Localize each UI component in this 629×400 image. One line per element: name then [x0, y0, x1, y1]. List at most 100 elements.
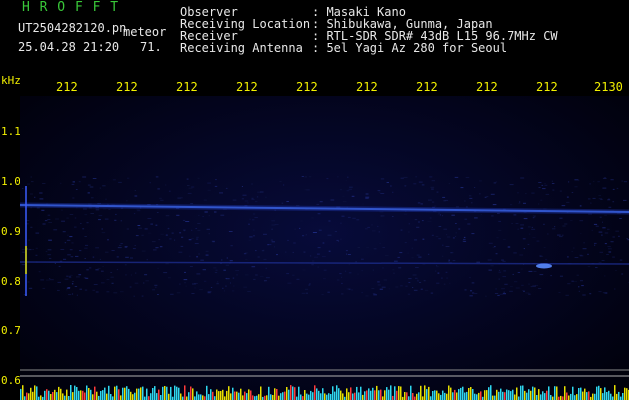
noise-speck	[547, 233, 549, 235]
noise-speck	[415, 277, 418, 279]
signal-level-bar	[608, 390, 610, 400]
noise-speck	[95, 269, 99, 271]
app-title: H R O F F T	[22, 0, 120, 15]
noise-texture	[21, 176, 629, 297]
noise-speck	[214, 211, 217, 213]
noise-speck	[345, 250, 348, 252]
noise-speck	[286, 201, 289, 202]
noise-speck	[98, 215, 103, 217]
noise-speck	[248, 239, 251, 241]
signal-level-bar	[488, 387, 490, 400]
noise-speck	[302, 235, 305, 237]
signal-level-bar	[514, 394, 516, 400]
noise-speck	[157, 294, 159, 295]
noise-speck	[228, 231, 233, 232]
noise-speck	[372, 269, 374, 271]
noise-speck	[64, 242, 67, 244]
noise-speck	[47, 249, 52, 251]
y-tick: 1.0	[1, 175, 21, 188]
noise-speck	[339, 238, 342, 240]
noise-speck	[252, 213, 256, 215]
signal-level-bar	[494, 395, 496, 400]
noise-speck	[469, 195, 472, 197]
noise-speck	[101, 282, 105, 284]
noise-speck	[101, 228, 103, 230]
noise-speck	[134, 282, 139, 284]
noise-speck	[216, 283, 219, 285]
signal-level-bar	[522, 385, 524, 400]
noise-speck	[279, 181, 282, 183]
noise-speck	[251, 197, 254, 199]
noise-speck	[130, 257, 133, 259]
noise-speck	[559, 217, 563, 219]
noise-speck	[254, 201, 258, 203]
noise-speck	[365, 228, 368, 230]
noise-speck	[559, 236, 563, 238]
y-tick: 0.6	[1, 374, 21, 387]
noise-speck	[442, 196, 446, 198]
signal-level-bar	[416, 393, 418, 400]
signal-level-bar	[342, 393, 344, 400]
datetime: 25.04.28 21:20	[18, 40, 120, 54]
signal-level-bar	[472, 389, 474, 400]
noise-speck	[517, 192, 520, 194]
noise-speck	[129, 286, 132, 288]
signal-level-bar	[132, 394, 134, 400]
noise-speck	[469, 295, 473, 297]
signal-level-bar	[538, 389, 540, 400]
noise-speck	[61, 220, 65, 222]
signal-level-bar	[134, 392, 136, 400]
noise-speck	[490, 265, 494, 267]
noise-speck	[215, 269, 218, 271]
signal-level-bar	[234, 391, 236, 400]
noise-speck	[134, 245, 136, 246]
count: 71.	[140, 40, 162, 54]
noise-speck	[115, 213, 117, 215]
signal-level-bar	[322, 388, 324, 400]
signal-level-bar	[436, 390, 438, 400]
signal-level-bars	[20, 385, 629, 400]
x-tick: 212	[56, 80, 78, 94]
noise-speck	[446, 277, 448, 279]
noise-speck	[79, 288, 82, 290]
signal-level-bar	[280, 393, 282, 400]
noise-speck	[497, 294, 500, 296]
noise-speck	[610, 179, 614, 181]
noise-speck	[458, 228, 461, 230]
signal-level-bar	[114, 386, 116, 400]
noise-speck	[361, 258, 364, 260]
noise-speck	[528, 293, 531, 295]
noise-speck	[271, 220, 275, 222]
noise-speck	[474, 293, 478, 294]
noise-speck	[120, 220, 123, 222]
signal-level-bar	[446, 393, 448, 400]
signal-level-bar	[222, 389, 224, 400]
noise-speck	[195, 228, 198, 229]
signal-level-bar	[162, 386, 164, 400]
signal-level-bar	[616, 393, 618, 400]
noise-speck	[28, 249, 32, 251]
noise-speck	[571, 192, 574, 193]
noise-speck	[31, 181, 34, 183]
noise-speck	[271, 228, 273, 230]
noise-speck	[429, 217, 432, 219]
noise-speck	[442, 255, 444, 257]
signal-level-bar	[266, 395, 268, 400]
noise-speck	[469, 197, 473, 199]
signal-level-bar	[320, 393, 322, 400]
noise-speck	[170, 293, 174, 295]
signal-level-bar	[568, 395, 570, 400]
noise-speck	[404, 185, 406, 187]
signal-level-bar	[388, 389, 390, 400]
noise-speck	[564, 223, 568, 225]
noise-speck	[378, 191, 381, 193]
signal-level-bar	[362, 394, 364, 400]
noise-speck	[416, 226, 420, 228]
signal-level-bar	[560, 395, 562, 400]
noise-speck	[67, 254, 71, 256]
noise-speck	[520, 177, 525, 179]
noise-speck	[79, 250, 82, 252]
noise-speck	[294, 228, 296, 230]
signal-level-bar	[406, 392, 408, 400]
signal-level-bar	[208, 394, 210, 400]
